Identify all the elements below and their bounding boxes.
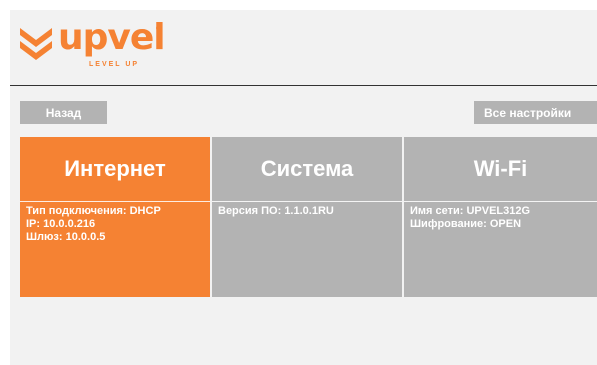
tile-wifi-title: Wi-Fi bbox=[473, 156, 528, 181]
upvel-chevron-logo-icon bbox=[20, 28, 52, 60]
connection-type-text: Тип подключения: DHCP bbox=[26, 205, 161, 217]
network-name-text: Имя сети: UPVEL312G bbox=[410, 205, 531, 217]
page: upvel ® LEVEL UP Назад Все настройки Инт… bbox=[10, 10, 597, 365]
tile-system-separator bbox=[212, 201, 402, 202]
firmware-version-text: Версия ПО: 1.1.0.1RU bbox=[218, 205, 334, 217]
back-button[interactable]: Назад bbox=[20, 101, 107, 124]
tile-system-info: Версия ПО: 1.1.0.1RU bbox=[218, 205, 398, 218]
ip-address-text: IP: 10.0.0.216 bbox=[26, 218, 96, 230]
tile-internet[interactable]: Интернет Тип подключения: DHCP IP: 10.0.… bbox=[20, 137, 210, 297]
tile-system-title: Система bbox=[260, 156, 354, 181]
tile-wifi-info: Имя сети: UPVEL312G Шифрование: OPEN bbox=[410, 205, 593, 231]
header: upvel ® LEVEL UP bbox=[10, 10, 597, 85]
logo-registered-mark: ® bbox=[156, 24, 162, 33]
tile-internet-separator bbox=[20, 201, 210, 202]
status-tiles: Интернет Тип подключения: DHCP IP: 10.0.… bbox=[20, 137, 597, 297]
tile-wifi[interactable]: Wi-Fi Имя сети: UPVEL312G Шифрование: OP… bbox=[404, 137, 597, 297]
header-divider bbox=[10, 85, 597, 86]
upvel-logo[interactable]: upvel ® LEVEL UP bbox=[18, 17, 178, 72]
tile-internet-title: Интернет bbox=[64, 156, 166, 181]
tile-wifi-separator bbox=[404, 201, 597, 202]
tile-internet-info: Тип подключения: DHCP IP: 10.0.0.216 Шлю… bbox=[26, 205, 206, 244]
logo-tagline: LEVEL UP bbox=[89, 61, 140, 68]
gateway-text: Шлюз: 10.0.0.5 bbox=[26, 231, 106, 243]
all-settings-button[interactable]: Все настройки bbox=[474, 101, 597, 124]
tile-system[interactable]: Система Версия ПО: 1.1.0.1RU bbox=[212, 137, 402, 297]
encryption-text: Шифрование: OPEN bbox=[410, 218, 522, 230]
logo-wordmark: upvel bbox=[58, 17, 166, 58]
